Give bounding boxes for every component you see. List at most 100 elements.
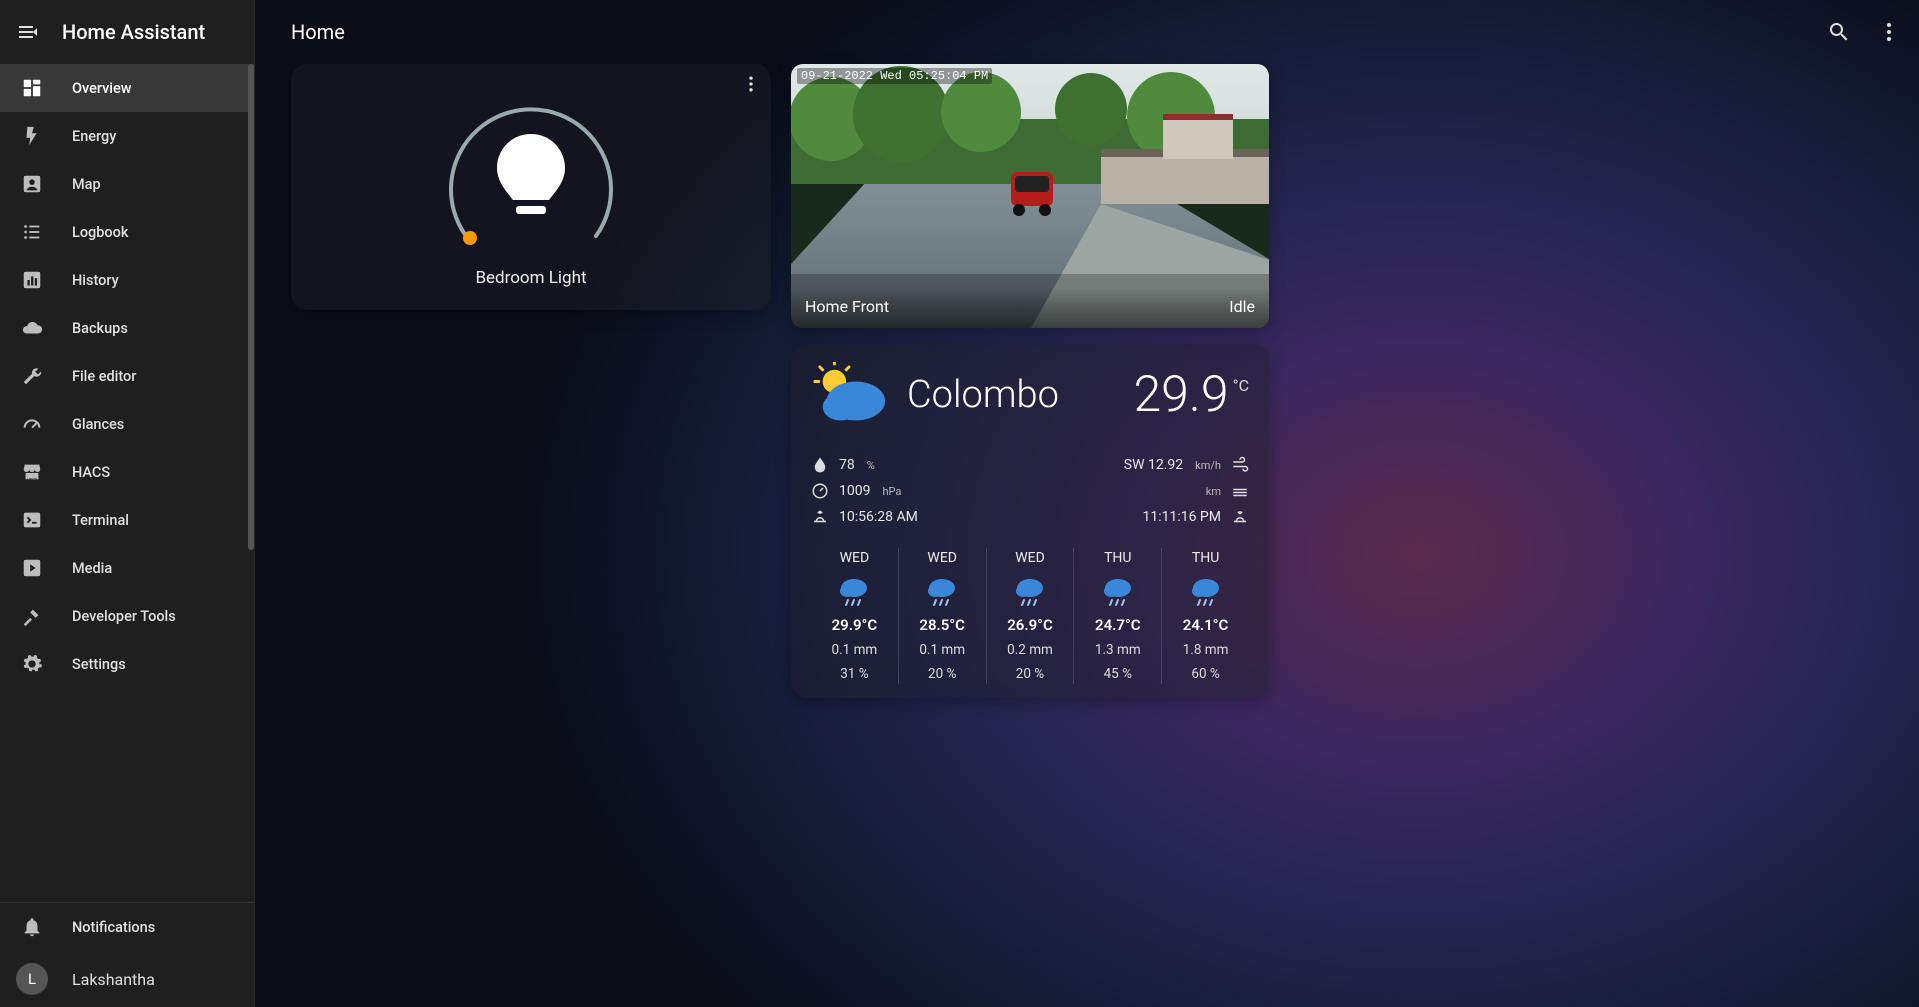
sidebar-item-notifications[interactable]: Notifications (0, 903, 254, 951)
sidebar-item-label: HACS (72, 464, 110, 481)
sidebar-item-backups[interactable]: Backups (0, 304, 254, 352)
light-card[interactable]: Bedroom Light (291, 64, 771, 310)
sidebar-item-label: Overview (72, 80, 132, 97)
lightbulb-icon (497, 134, 565, 214)
bell-icon (20, 915, 44, 939)
forecast-day: WED (927, 550, 957, 566)
sidebar-item-label: Media (72, 560, 112, 577)
sidebar-item-hacs[interactable]: HACS HACS (0, 448, 254, 496)
sunset-icon (1231, 508, 1249, 526)
sunrise-icon (811, 508, 829, 526)
sidebar-item-label: Glances (72, 416, 124, 433)
sidebar-item-logbook[interactable]: Logbook (0, 208, 254, 256)
weather-card[interactable]: Colombo 29.9 °C 78% 1009hPa 10:56:28 AM (791, 344, 1269, 698)
forecast-day: THU (1104, 550, 1131, 566)
sidebar-item-label: Terminal (72, 512, 129, 529)
sidebar-item-media[interactable]: Media (0, 544, 254, 592)
sidebar-item-label: Logbook (72, 224, 128, 241)
cloud-icon (20, 316, 44, 340)
menu-icon (16, 20, 40, 44)
page-title: Home (291, 20, 345, 44)
pressure-value: 1009 (839, 483, 870, 499)
forecast-day: THU (1192, 550, 1219, 566)
sidebar-nav-scroll: Overview Energy Map Logbook History Backups Fi… (0, 64, 254, 902)
sidebar-item-overview[interactable]: Overview (0, 64, 254, 112)
forecast-item[interactable]: WED 29.9°C 0.1 mm 31 % (811, 548, 899, 684)
sidebar-item-history[interactable]: History (0, 256, 254, 304)
forecast-pop: 45 % (1104, 666, 1132, 682)
forecast-temp: 29.9°C (832, 616, 878, 634)
search-button[interactable] (1827, 20, 1851, 44)
card-overflow-button[interactable] (741, 74, 761, 94)
forecast-pop: 31 % (840, 666, 868, 682)
search-icon (1827, 20, 1851, 44)
light-name: Bedroom Light (475, 268, 586, 288)
sidebar-item-label: History (72, 272, 119, 289)
sunrise-value: 10:56:28 AM (839, 509, 918, 525)
dashboard-content: Bedroom Light (255, 64, 1919, 698)
weather-unit: °C (1233, 376, 1249, 395)
visibility-icon (1231, 482, 1249, 500)
svg-text:HACS: HACS (27, 477, 37, 481)
sidebar-item-energy[interactable]: Energy (0, 112, 254, 160)
partly-cloudy-icon (811, 362, 889, 428)
terminal-icon (20, 508, 44, 532)
sidebar-item-label: File editor (72, 368, 136, 385)
sidebar-item-label: Settings (72, 656, 126, 673)
forecast-item[interactable]: THU24.7°C1.3 mm45 % (1074, 548, 1162, 684)
app-title: Home Assistant (62, 20, 205, 44)
topbar: Home (255, 0, 1919, 64)
camera-name: Home Front (805, 297, 889, 316)
camera-card[interactable]: 09-21-2022 Wed 05:25:04 PM Home Front Id… (791, 64, 1269, 328)
sidebar-header: Home Assistant (0, 0, 254, 64)
rain-cloud-icon (1013, 574, 1047, 608)
forecast-precip: 1.3 mm (1095, 642, 1141, 658)
sidebar-item-label: Notifications (72, 919, 155, 936)
forecast-row: WED29.9°C0.1 mm31 %WED28.5°C0.1 mm20 %WE… (811, 548, 1249, 684)
sidebar-item-glances[interactable]: Glances (0, 400, 254, 448)
dots-vertical-icon (1877, 20, 1901, 44)
flash-icon (20, 124, 44, 148)
avatar: L (16, 963, 48, 995)
wind-value: SW 12.92 (1124, 457, 1183, 473)
sidebar-item-label: Map (72, 176, 101, 193)
gauge-icon (20, 412, 44, 436)
weather-temperature: 29.9 (1133, 370, 1228, 420)
list-icon (20, 220, 44, 244)
menu-collapse-button[interactable] (16, 20, 40, 44)
forecast-item[interactable]: WED28.5°C0.1 mm20 % (899, 548, 987, 684)
forecast-day: WED (1015, 550, 1045, 566)
sidebar-scrollbar[interactable] (246, 64, 254, 902)
forecast-precip: 0.1 mm (919, 642, 965, 658)
sidebar-item-terminal[interactable]: Terminal (0, 496, 254, 544)
light-slider[interactable] (436, 86, 626, 254)
sidebar-user[interactable]: L Lakshantha (0, 951, 254, 1007)
forecast-precip: 1.8 mm (1183, 642, 1229, 658)
overflow-menu-button[interactable] (1877, 20, 1901, 44)
forecast-pop: 60 % (1191, 666, 1219, 682)
slider-handle[interactable] (463, 231, 477, 245)
forecast-pop: 20 % (1016, 666, 1044, 682)
sidebar-item-map[interactable]: Map (0, 160, 254, 208)
sidebar-item-settings[interactable]: Settings (0, 640, 254, 688)
dashboard-icon (20, 76, 44, 100)
store-icon: HACS (20, 460, 44, 484)
sidebar-item-developer-tools[interactable]: Developer Tools (0, 592, 254, 640)
forecast-day: WED (840, 550, 870, 566)
rain-cloud-icon (837, 574, 871, 608)
account-box-icon (20, 172, 44, 196)
forecast-precip: 0.1 mm (832, 642, 878, 658)
gear-icon (20, 652, 44, 676)
sidebar-item-label: Developer Tools (72, 608, 176, 625)
chart-box-icon (20, 268, 44, 292)
hammer-icon (20, 604, 44, 628)
humidity-value: 78 (839, 457, 855, 473)
forecast-item[interactable]: THU24.1°C1.8 mm60 % (1162, 548, 1249, 684)
forecast-temp: 28.5°C (919, 616, 965, 634)
play-box-icon (20, 556, 44, 580)
user-name: Lakshantha (72, 970, 155, 989)
sidebar-item-file-editor[interactable]: File editor (0, 352, 254, 400)
dots-vertical-icon (741, 74, 761, 94)
forecast-item[interactable]: WED26.9°C0.2 mm20 % (987, 548, 1075, 684)
sunset-value: 11:11:16 PM (1142, 509, 1221, 525)
